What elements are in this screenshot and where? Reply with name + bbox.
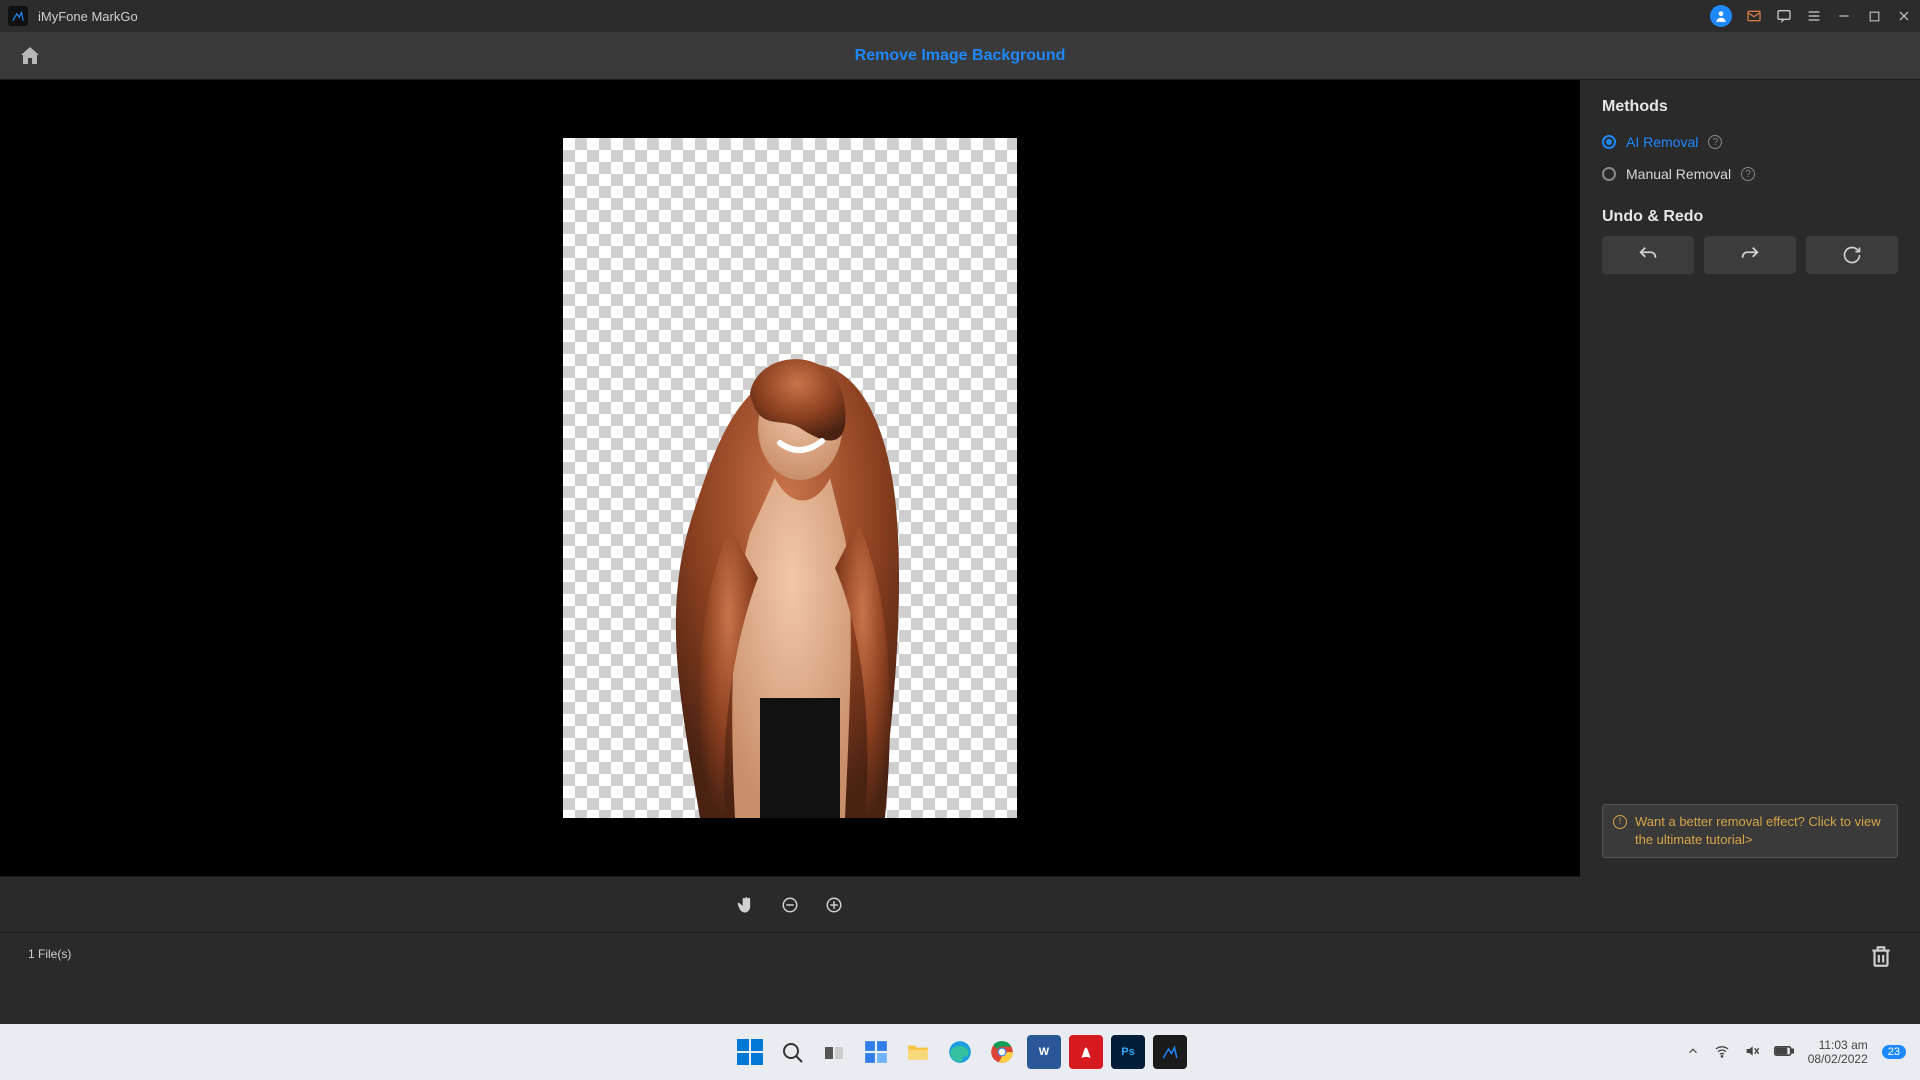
subject-silhouette bbox=[563, 278, 1017, 818]
windows-taskbar: W Ps 11:03 am 08/02/2022 23 bbox=[0, 1024, 1920, 1080]
mail-icon[interactable] bbox=[1746, 8, 1762, 24]
taskbar-chrome-icon[interactable] bbox=[985, 1035, 1019, 1069]
taskbar-markgo-icon[interactable] bbox=[1153, 1035, 1187, 1069]
taskbar-taskview-icon[interactable] bbox=[817, 1035, 851, 1069]
taskbar-notification-badge[interactable]: 23 bbox=[1882, 1045, 1906, 1059]
radio-ai-removal[interactable]: AI Removal ? bbox=[1602, 134, 1898, 150]
minimize-icon[interactable] bbox=[1836, 8, 1852, 24]
radio-icon bbox=[1602, 167, 1616, 181]
undo-redo-heading: Undo & Redo bbox=[1602, 208, 1898, 226]
reset-button[interactable] bbox=[1806, 236, 1898, 274]
maximize-icon[interactable] bbox=[1866, 8, 1882, 24]
taskbar-search-icon[interactable] bbox=[775, 1035, 809, 1069]
taskbar-battery-icon[interactable] bbox=[1774, 1044, 1794, 1061]
file-section: 1 File(s) bbox=[0, 932, 1920, 1024]
canvas-viewport[interactable] bbox=[10, 90, 1570, 866]
taskbar-acrobat-icon[interactable] bbox=[1069, 1035, 1103, 1069]
canvas-area bbox=[0, 80, 1580, 876]
user-account-icon[interactable] bbox=[1710, 5, 1732, 27]
tutorial-banner[interactable]: ! Want a better removal effect? Click to… bbox=[1602, 804, 1898, 858]
taskbar-chevron-up-icon[interactable] bbox=[1686, 1044, 1700, 1061]
taskbar-time: 11:03 am bbox=[1808, 1038, 1868, 1052]
help-icon[interactable]: ? bbox=[1741, 167, 1755, 181]
zoom-in-icon[interactable] bbox=[824, 895, 844, 915]
taskbar-start-icon[interactable] bbox=[733, 1035, 767, 1069]
header-bar: Remove Image Background bbox=[0, 32, 1920, 80]
help-icon[interactable]: ? bbox=[1708, 135, 1722, 149]
taskbar-widgets-icon[interactable] bbox=[859, 1035, 893, 1069]
image-preview[interactable] bbox=[563, 138, 1017, 818]
taskbar-edge-icon[interactable] bbox=[943, 1035, 977, 1069]
canvas-tools bbox=[0, 876, 1580, 932]
zoom-out-icon[interactable] bbox=[780, 895, 800, 915]
taskbar-date: 08/02/2022 bbox=[1808, 1052, 1868, 1066]
taskbar-wifi-icon[interactable] bbox=[1714, 1043, 1730, 1062]
app-logo-icon bbox=[8, 6, 28, 26]
side-panel: Methods AI Removal ? Manual Removal ? Un… bbox=[1580, 80, 1920, 876]
chat-icon[interactable] bbox=[1776, 8, 1792, 24]
home-icon[interactable] bbox=[18, 44, 42, 68]
redo-button[interactable] bbox=[1704, 236, 1796, 274]
undo-button[interactable] bbox=[1602, 236, 1694, 274]
taskbar-photoshop-icon[interactable]: Ps bbox=[1111, 1035, 1145, 1069]
taskbar-volume-icon[interactable] bbox=[1744, 1043, 1760, 1062]
hand-tool-icon[interactable] bbox=[736, 895, 756, 915]
taskbar-word-icon[interactable]: W bbox=[1027, 1035, 1061, 1069]
file-count-label: 1 File(s) bbox=[28, 947, 71, 961]
app-title: iMyFone MarkGo bbox=[38, 9, 138, 24]
radio-manual-removal[interactable]: Manual Removal ? bbox=[1602, 166, 1898, 182]
taskbar-clock[interactable]: 11:03 am 08/02/2022 bbox=[1808, 1038, 1868, 1067]
taskbar-explorer-icon[interactable] bbox=[901, 1035, 935, 1069]
menu-icon[interactable] bbox=[1806, 8, 1822, 24]
titlebar: iMyFone MarkGo bbox=[0, 0, 1920, 32]
radio-label: Manual Removal bbox=[1626, 166, 1731, 182]
radio-label: AI Removal bbox=[1626, 134, 1698, 150]
close-icon[interactable] bbox=[1896, 8, 1912, 24]
tutorial-text: Want a better removal effect? Click to v… bbox=[1635, 813, 1887, 849]
methods-heading: Methods bbox=[1602, 98, 1898, 116]
info-icon: ! bbox=[1613, 815, 1627, 829]
page-title: Remove Image Background bbox=[855, 47, 1066, 65]
trash-icon[interactable] bbox=[1868, 943, 1894, 974]
radio-icon bbox=[1602, 135, 1616, 149]
